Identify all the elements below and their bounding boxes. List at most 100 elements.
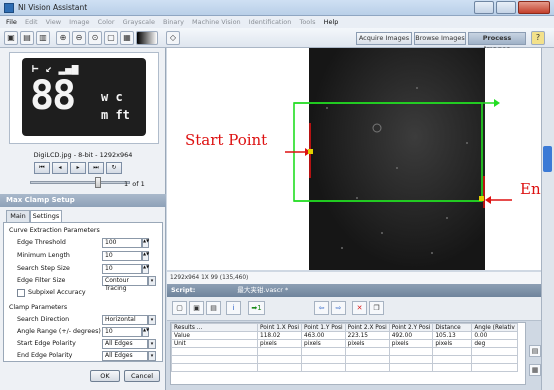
menu-view[interactable]: View xyxy=(46,16,61,28)
table-row[interactable] xyxy=(171,363,518,372)
column-header[interactable]: Angle (Relativ xyxy=(471,323,518,332)
app-icon xyxy=(4,3,14,13)
column-header[interactable]: Distance xyxy=(432,323,473,332)
menu-color[interactable]: Color xyxy=(98,16,115,28)
move-right-icon[interactable]: ⇨ xyxy=(331,301,346,315)
menu-tools[interactable]: Tools xyxy=(299,16,315,28)
maximize-button[interactable] xyxy=(496,1,516,14)
search-step-input[interactable]: 10 xyxy=(102,264,142,274)
thumbnail-caption: DigiLCD.jpg - 8-bit - 1292x964 xyxy=(33,151,133,159)
search-direction-label: Search Direction xyxy=(17,316,70,323)
menu-binary[interactable]: Binary xyxy=(163,16,184,28)
edge-filter-select[interactable]: Contour Tracing xyxy=(102,276,148,292)
start-polarity-select[interactable]: All Edges xyxy=(102,339,148,349)
copy-icon[interactable]: ❐ xyxy=(369,301,384,315)
end-point-marker xyxy=(479,196,484,201)
page-indicator: 1 of 1 xyxy=(124,180,145,188)
edge-threshold-spinner[interactable]: ▲▼ xyxy=(142,238,149,248)
menu-edit[interactable]: Edit xyxy=(25,16,38,28)
next-image-button[interactable]: ▸ xyxy=(70,162,86,174)
image-slider[interactable] xyxy=(30,181,130,184)
zoom-fit-icon[interactable]: ⊙ xyxy=(88,31,102,45)
acquire-images-button[interactable]: Acquire Images xyxy=(356,32,412,45)
roi-arrowhead xyxy=(494,99,500,107)
start-point-marker xyxy=(308,149,313,154)
info-icon[interactable]: i xyxy=(226,301,241,315)
menu-machine-vision[interactable]: Machine Vision xyxy=(192,16,241,28)
first-image-button[interactable]: ⏮ xyxy=(34,162,50,174)
column-header[interactable]: Point 2.X Posi xyxy=(344,323,390,332)
edge-threshold-input[interactable]: 100 xyxy=(102,238,142,248)
save-results-icon[interactable]: ▤ xyxy=(529,345,541,357)
help-icon[interactable]: ? xyxy=(531,31,545,45)
start-point-label: Start Point xyxy=(185,131,268,149)
start-polarity-dropdown-icon[interactable]: ▾ xyxy=(148,339,156,349)
save-script-icon[interactable]: ▤ xyxy=(206,301,221,315)
table-header-row: Results ... Point 1.X Posi Point 1.Y Pos… xyxy=(171,323,518,332)
histogram-icon[interactable]: ▦ xyxy=(120,31,134,45)
vertical-scrollbar[interactable] xyxy=(541,48,554,390)
zoom-out-icon[interactable]: ⊖ xyxy=(72,31,86,45)
save-icon[interactable]: ▤ xyxy=(20,31,34,45)
search-direction-dropdown-icon[interactable]: ▾ xyxy=(148,315,156,325)
palette-icon[interactable] xyxy=(136,31,158,45)
angle-range-label: Angle Range (+/- degrees) xyxy=(17,328,101,335)
min-length-input[interactable]: 10 xyxy=(102,251,142,261)
process-images-button[interactable]: Process Images xyxy=(468,32,526,53)
table-row[interactable]: Unit pixels pixels pixels pixels pixels deg xyxy=(171,339,518,348)
zoom-in-icon[interactable]: ⊕ xyxy=(56,31,70,45)
loop-button[interactable]: ↻ xyxy=(106,162,122,174)
minimize-button[interactable] xyxy=(474,1,494,14)
cancel-button[interactable]: Cancel xyxy=(124,370,160,382)
new-script-icon[interactable]: ▢ xyxy=(172,301,187,315)
search-step-spinner[interactable]: ▲▼ xyxy=(142,264,149,274)
menu-identification[interactable]: Identification xyxy=(249,16,292,28)
menu-image[interactable]: Image xyxy=(69,16,89,28)
image-status: 1292x964 1X 99 (135,460) xyxy=(167,272,541,284)
delete-step-icon[interactable]: ✕ xyxy=(352,301,367,315)
menu-grayscale[interactable]: Grayscale xyxy=(123,16,155,28)
roi-rectangle xyxy=(293,102,483,202)
column-header[interactable]: Point 1.Y Posi xyxy=(301,323,346,332)
script-title: 最大夹钳.vascr * xyxy=(237,286,289,294)
window-title: NI Vision Assistant xyxy=(18,3,88,12)
export-results-icon[interactable]: ▦ xyxy=(529,364,541,376)
end-polarity-dropdown-icon[interactable]: ▾ xyxy=(148,351,156,361)
run-once-icon[interactable]: ➡1 xyxy=(248,301,265,315)
angle-range-input[interactable]: 10 xyxy=(102,327,142,337)
end-point-label: En xyxy=(520,180,541,198)
scrollbar-thumb[interactable] xyxy=(543,146,552,172)
end-polarity-select[interactable]: All Edges xyxy=(102,351,148,361)
zoom-actual-icon[interactable]: ▢ xyxy=(104,31,118,45)
open-script-icon[interactable]: ▣ xyxy=(189,301,204,315)
subpixel-checkbox[interactable] xyxy=(17,289,25,297)
roi-tool-icon[interactable]: ◇ xyxy=(166,31,180,45)
table-row[interactable]: Value 118.02 463.00 223.15 492.00 105.13 0.00 xyxy=(171,331,518,340)
prev-image-button[interactable]: ◂ xyxy=(52,162,68,174)
browse-images-button[interactable]: Browse Images xyxy=(414,32,466,45)
overlay-layer xyxy=(285,87,512,254)
ok-button[interactable]: OK xyxy=(90,370,120,382)
column-header[interactable]: Point 1.X Posi xyxy=(256,323,303,332)
column-header[interactable]: Results ... xyxy=(171,323,258,332)
image-slider-thumb[interactable] xyxy=(95,177,101,188)
min-length-spinner[interactable]: ▲▼ xyxy=(142,251,149,261)
menu-help[interactable]: Help xyxy=(324,16,339,28)
results-table[interactable]: Results ... Point 1.X Posi Point 1.Y Pos… xyxy=(170,322,526,385)
tab-settings[interactable]: Settings xyxy=(30,210,62,222)
table-row[interactable] xyxy=(171,347,518,356)
open-icon[interactable]: ▣ xyxy=(4,31,18,45)
print-icon[interactable]: ▥ xyxy=(36,31,50,45)
menu-file[interactable]: File xyxy=(6,16,17,28)
angle-range-spinner[interactable]: ▲▼ xyxy=(142,327,149,337)
move-left-icon[interactable]: ⇦ xyxy=(314,301,329,315)
script-label: Script: xyxy=(171,286,196,294)
table-row[interactable] xyxy=(171,355,518,364)
close-button[interactable] xyxy=(518,1,550,14)
edge-filter-dropdown-icon[interactable]: ▾ xyxy=(148,276,156,286)
tab-main[interactable]: Main xyxy=(6,210,30,222)
column-header[interactable]: Point 2.Y Posi xyxy=(388,323,434,332)
speckles xyxy=(326,87,468,254)
last-image-button[interactable]: ⏭ xyxy=(88,162,104,174)
search-direction-select[interactable]: Horizontal xyxy=(102,315,148,325)
